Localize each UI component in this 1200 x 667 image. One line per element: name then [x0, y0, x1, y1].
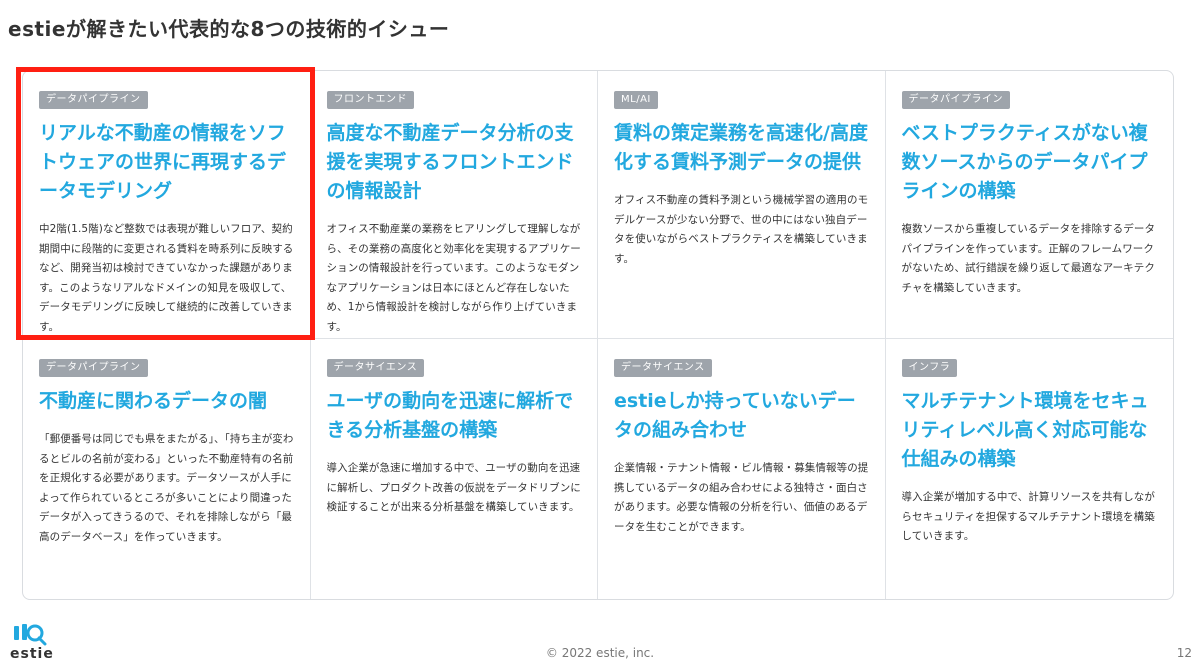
- issue-card-6: データサイエンス ユーザの動向を迅速に解析できる分析基盤の構築 導入企業が急速に…: [311, 339, 598, 599]
- issue-card-4: データパイプライン ベストプラクティスがない複数ソースからのデータパイプラインの…: [885, 71, 1173, 339]
- card-title: マルチテナント環境をセキュリティレベル高く対応可能な仕組みの構築: [901, 390, 1149, 470]
- copyright: © 2022 estie, inc.: [545, 646, 655, 660]
- card-title: estieしか持っていないデータの組み合わせ: [614, 390, 856, 441]
- issue-card-2: フロントエンド 高度な不動産データ分析の支援を実現するフロントエンドの情報設計 …: [310, 71, 598, 339]
- category-tag: データサイエンス: [326, 359, 425, 377]
- card-title: ベストプラクティスがない複数ソースからのデータパイプラインの構築: [901, 122, 1148, 202]
- card-description: 導入企業が増加する中で、計算リソースを共有しながらセキュリティを担保するマルチテ…: [901, 491, 1155, 543]
- card-title: ユーザの動向を迅速に解析できる分析基盤の構築: [326, 390, 574, 441]
- issue-card-3: ML/AI 賃料の策定業務を高速化/高度化する賃料予測データの提供 オフィス不動…: [598, 71, 886, 339]
- card-description: オフィス不動産業の業務をヒアリングして理解しながら、その業務の高度化と効率化を実…: [326, 223, 581, 333]
- page-number: 12: [1176, 646, 1192, 660]
- card-title: 不動産に関わるデータの闇: [39, 390, 268, 412]
- card-description: 企業情報・テナント情報・ビル情報・募集情報等の提携しているデータの組み合わせによ…: [614, 462, 869, 533]
- highlight-frame: [16, 67, 315, 340]
- card-description: 複数ソースから重複しているデータを排除するデータパイプラインを作っています。正解…: [901, 223, 1156, 294]
- category-tag: フロントエンド: [326, 91, 414, 109]
- category-tag: インフラ: [901, 359, 958, 377]
- issue-card-5: データパイプライン 不動産に関わるデータの闇 「郵便番号は同じでも県をまたがる」…: [23, 339, 311, 599]
- category-tag: データパイプライン: [39, 359, 148, 377]
- card-description: オフィス不動産の賃料予測という機械学習の適用のモデルケースが少ない分野で、世の中…: [614, 194, 869, 265]
- issue-card-8: インフラ マルチテナント環境をセキュリティレベル高く対応可能な仕組みの構築 導入…: [886, 339, 1174, 599]
- issue-card-7: データサイエンス estieしか持っていないデータの組み合わせ 企業情報・テナン…: [598, 339, 886, 599]
- card-title: 高度な不動産データ分析の支援を実現するフロントエンドの情報設計: [326, 122, 574, 202]
- card-description: 導入企業が急速に増加する中で、ユーザの動向を迅速に解析し、プロダクト改善の仮説を…: [326, 462, 581, 514]
- estie-logo-icon: [14, 624, 47, 646]
- card-description: 「郵便番号は同じでも県をまたがる」、「持ち主が変わるとビルの名前が変わる」といっ…: [39, 433, 294, 543]
- category-tag: ML/AI: [614, 91, 658, 109]
- card-title: 賃料の策定業務を高速化/高度化する賃料予測データの提供: [614, 122, 868, 173]
- slide-title: estieが解きたい代表的な8つの技術的イシュー: [8, 17, 450, 41]
- category-tag: データサイエンス: [614, 359, 712, 377]
- category-tag: データパイプライン: [901, 91, 1010, 109]
